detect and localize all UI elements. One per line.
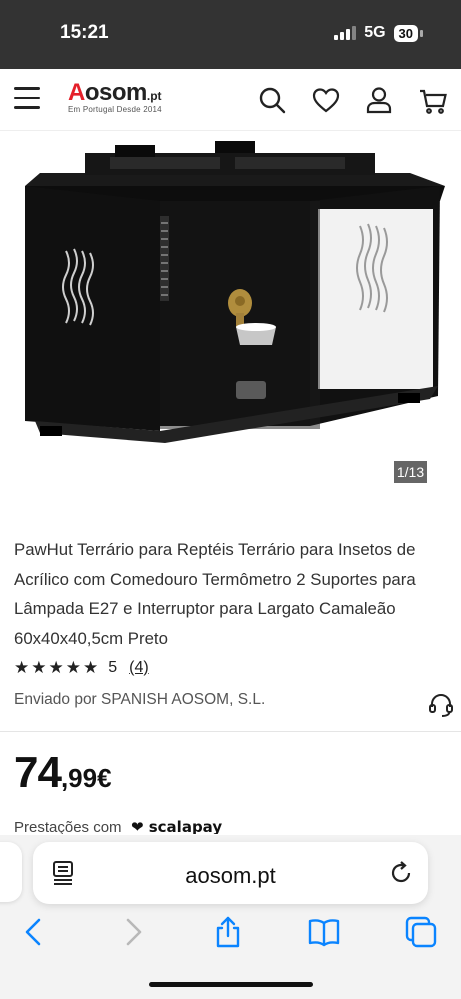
status-right: 5G 30 xyxy=(334,24,423,42)
price-integer: 74 xyxy=(14,748,62,797)
reload-icon[interactable] xyxy=(388,860,414,886)
logo-tagline: Em Portugal Desde 2014 xyxy=(68,105,162,114)
forward-icon[interactable] xyxy=(116,915,150,949)
share-icon[interactable] xyxy=(211,915,245,949)
rating-value: 5 xyxy=(108,659,118,676)
installments-info[interactable]: Prestações com ❤ scalapay xyxy=(14,818,222,834)
battery-icon: 30 xyxy=(393,24,418,42)
menu-icon[interactable] xyxy=(14,87,40,109)
url-text[interactable]: aosom.pt xyxy=(33,863,428,889)
bookmarks-icon[interactable] xyxy=(307,915,341,949)
signal-icon xyxy=(334,26,357,40)
product-rating[interactable]: ★★★★★ 5 (4) xyxy=(14,658,149,678)
tabs-icon[interactable] xyxy=(404,915,438,949)
user-icon[interactable] xyxy=(364,85,394,115)
logo-tld: .pt xyxy=(146,89,162,103)
product-title: PawHut Terrário para Reptéis Terrário pa… xyxy=(14,540,416,648)
product-gallery[interactable]: 1/13 xyxy=(0,131,461,501)
section-divider xyxy=(0,731,461,732)
status-bar: 15:21 5G 30 xyxy=(0,0,461,69)
price-decimal: ,99€ xyxy=(60,763,112,793)
aosom-logo[interactable]: Aosom.pt Em Portugal Desde 2014 xyxy=(68,79,162,114)
product-image[interactable] xyxy=(0,131,461,501)
gallery-counter: 1/13 xyxy=(394,461,427,483)
support-headset-icon[interactable] xyxy=(428,692,454,718)
heart-icon[interactable] xyxy=(311,85,341,115)
home-indicator[interactable] xyxy=(149,982,313,987)
url-bar[interactable]: aosom.pt xyxy=(33,842,428,904)
back-icon[interactable] xyxy=(17,915,51,949)
battery-tip xyxy=(420,29,423,37)
installments-label: Prestações com xyxy=(14,819,122,834)
product-price: 74,99€ xyxy=(14,748,112,798)
previous-tab[interactable] xyxy=(0,842,22,902)
site-header: Aosom.pt Em Portugal Desde 2014 xyxy=(0,69,461,131)
status-time: 15:21 xyxy=(60,22,109,43)
search-icon[interactable] xyxy=(257,85,287,115)
logo-wordmark: osom xyxy=(84,79,148,106)
reviews-link[interactable]: (4) xyxy=(129,659,149,677)
network-label: 5G xyxy=(364,24,386,41)
logo-letter-a: A xyxy=(68,79,85,106)
cart-icon[interactable] xyxy=(418,85,448,115)
seller-info: Enviado por SPANISH AOSOM, S.L. xyxy=(14,691,266,708)
browser-chrome: aosom.pt xyxy=(0,835,461,999)
rating-stars-icon: ★★★★★ xyxy=(14,658,101,677)
scalapay-logo: scalapay xyxy=(148,818,223,834)
